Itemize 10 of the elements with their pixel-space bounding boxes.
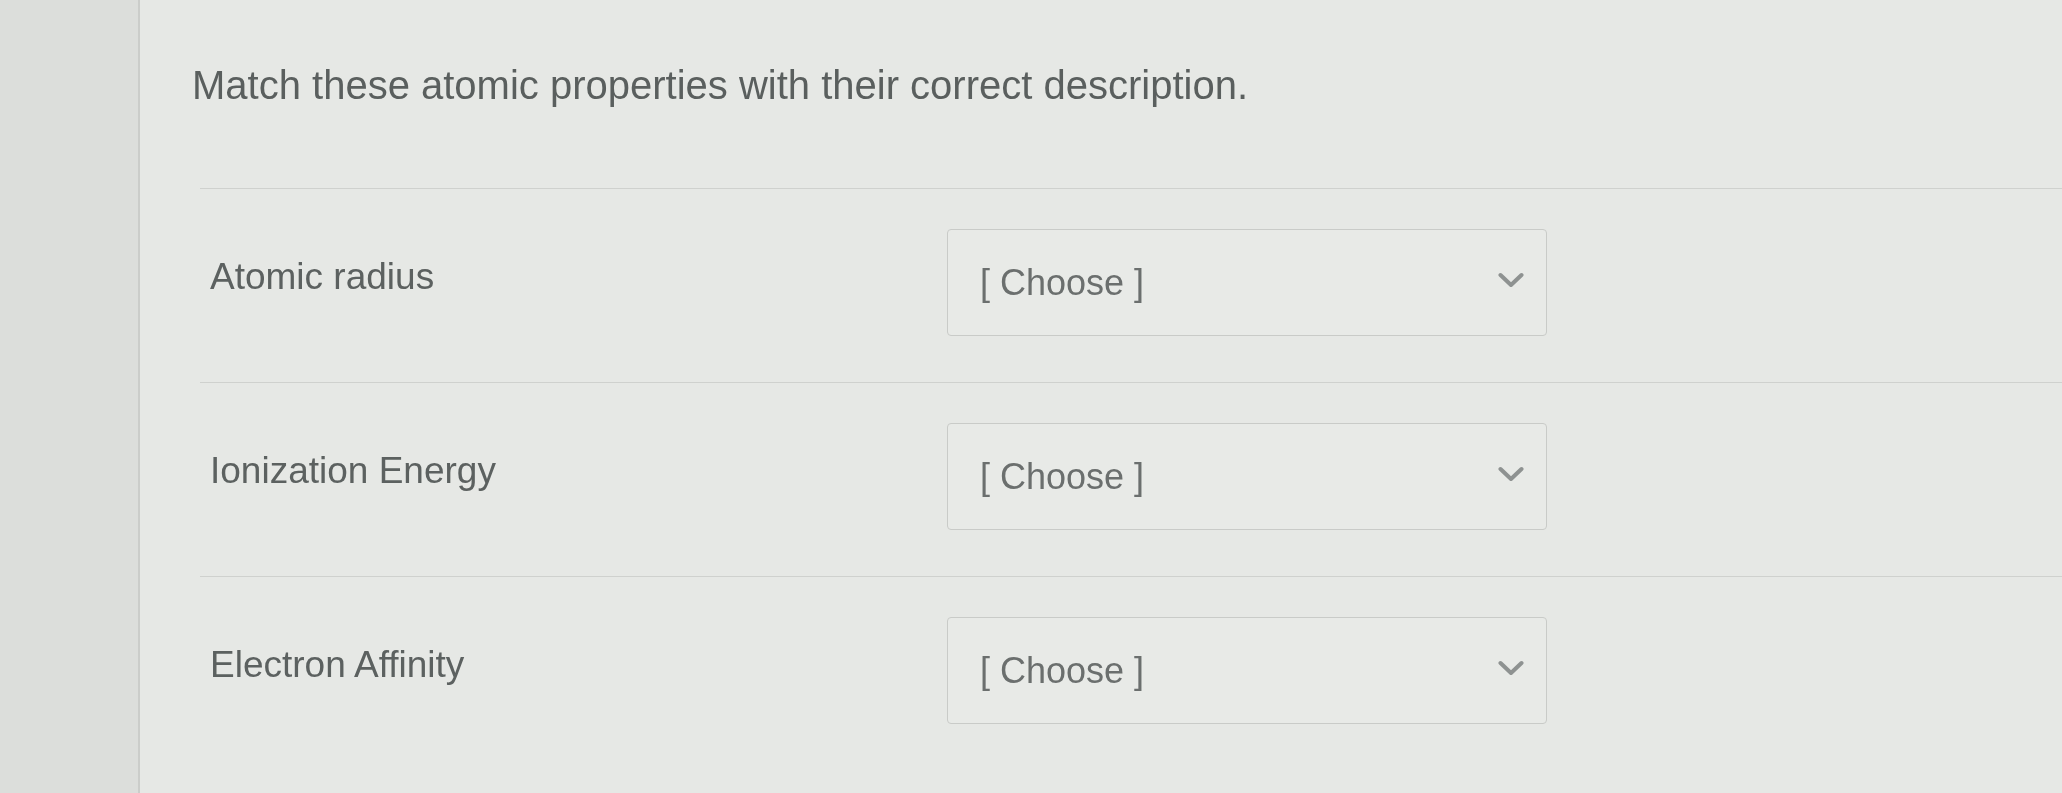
chevron-down-icon — [1498, 271, 1524, 288]
choose-dropdown[interactable]: [ Choose ] — [947, 617, 1547, 724]
chevron-down-icon — [1498, 465, 1524, 482]
property-label: Electron Affinity — [210, 643, 465, 687]
choose-dropdown[interactable]: [ Choose ] — [947, 423, 1547, 530]
choose-dropdown[interactable]: [ Choose ] — [947, 229, 1547, 336]
property-label: Ionization Energy — [210, 449, 496, 493]
property-label: Atomic radius — [210, 255, 435, 299]
question-prompt: Match these atomic properties with their correct description. — [192, 62, 1248, 109]
chevron-down-icon — [1498, 659, 1524, 676]
